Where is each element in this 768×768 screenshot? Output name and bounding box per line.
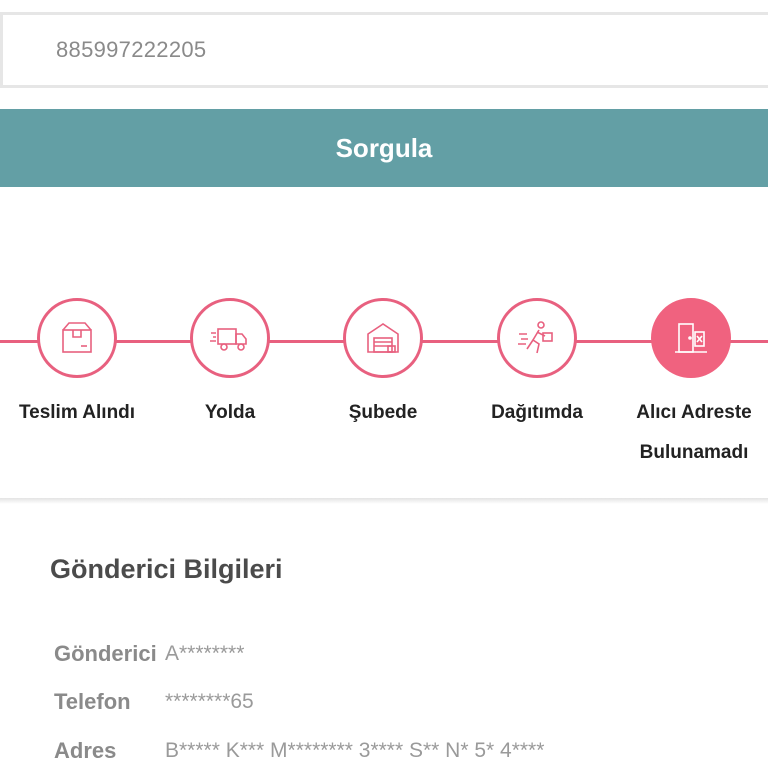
sender-phone-key: Telefon xyxy=(54,689,131,714)
timeline-step-received xyxy=(37,298,117,378)
query-button[interactable]: Sorgula xyxy=(0,109,768,187)
timeline-step-at-branch xyxy=(343,298,423,378)
tracking-number-input[interactable] xyxy=(3,15,768,85)
step-label-out-for-delivery: Dağıtımda xyxy=(491,402,583,423)
tracking-input-container xyxy=(0,12,768,88)
timeline-step-recipient-not-found xyxy=(651,298,731,378)
step-label-line-1: Alıcı Adreste xyxy=(636,402,752,423)
sender-name-key: Gönderici xyxy=(54,641,157,666)
warehouse-icon xyxy=(367,323,399,353)
sender-address-row: Adres B***** K*** M******** 3**** S** N*… xyxy=(54,736,544,766)
door-not-found-icon xyxy=(675,323,707,353)
section-divider xyxy=(0,498,768,504)
package-icon xyxy=(62,322,92,353)
step-label-line-2: Bulunamadı xyxy=(639,442,749,463)
courier-running-icon xyxy=(518,321,553,354)
sender-address-key: Adres xyxy=(54,738,117,763)
sender-info-title: Gönderici Bilgileri xyxy=(50,554,283,584)
timeline-step-on-the-way xyxy=(190,298,270,378)
sender-phone-row: Telefon ********65 xyxy=(54,687,254,717)
step-label-at-branch: Şubede xyxy=(348,402,418,423)
sender-phone-value: ********65 xyxy=(165,690,254,713)
delivery-truck-icon xyxy=(210,328,247,351)
sender-name-value: A******** xyxy=(165,642,245,665)
step-label-recipient-not-found: Alıcı Adreste Bulunamadı xyxy=(604,393,768,473)
sender-name-row: Gönderici A******** xyxy=(54,639,244,669)
sender-address-value: B***** K*** M******** 3**** S** N* 5* 4*… xyxy=(165,739,545,762)
timeline-step-out-for-delivery xyxy=(497,298,577,378)
